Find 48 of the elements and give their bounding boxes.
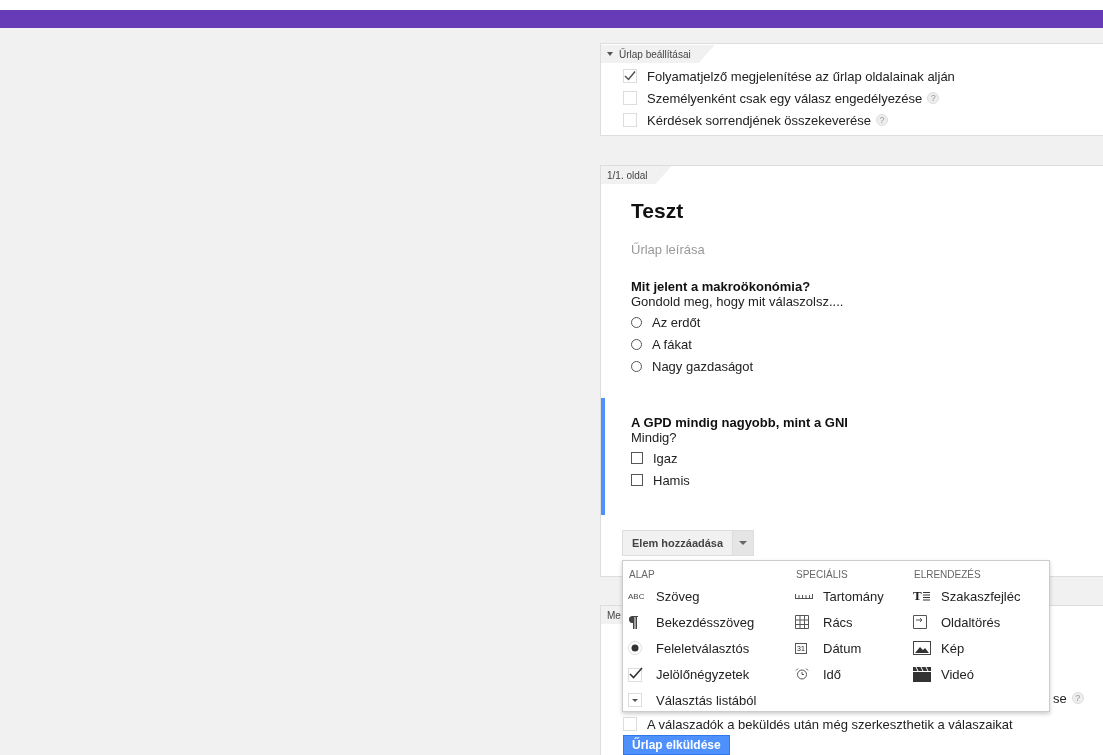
setting-label: se	[1053, 690, 1067, 706]
menu-item[interactable]: Feleletválasztós	[623, 635, 790, 661]
dropdown-button[interactable]	[732, 530, 755, 556]
option-label: A fákat	[652, 336, 692, 352]
menu-item[interactable]: Tartomány	[790, 583, 908, 609]
question-help: Gondold meg, hogy mit válaszolsz....	[631, 294, 845, 309]
add-item-button[interactable]: Elem hozzáadása	[622, 530, 733, 556]
option-label: Hamis	[653, 472, 690, 488]
setting-label: Személyenként csak egy válasz engedélyezése	[647, 90, 923, 106]
paragraph-icon	[628, 615, 638, 629]
menu-heading: ELRENDEZÉS	[913, 569, 982, 582]
menu-item[interactable]: T Szakaszfejléc	[908, 583, 1048, 609]
checkbox-icon	[628, 666, 644, 682]
menu-item[interactable]: Videó	[908, 661, 1048, 687]
option-label: Nagy gazdaságot	[652, 358, 754, 374]
menu-item[interactable]: ABC Szöveg	[623, 583, 790, 609]
question-help: Mindig?	[631, 430, 678, 445]
menu-heading: ALAP	[628, 569, 656, 582]
menu-item[interactable]: Választás listából	[623, 687, 790, 713]
text-icon: ABC	[628, 591, 645, 601]
setting-label: Folyamatjelző megjelenítése az űrlap oldalainak alján	[647, 68, 955, 84]
option-label: Az erdőt	[652, 314, 701, 330]
menu-item[interactable]: Oldaltörés	[908, 609, 1048, 635]
radio-icon	[628, 641, 642, 655]
question-title: A GPD mindig nagyobb, mint a GNI	[631, 415, 849, 430]
menu-item[interactable]: Jelölőnégyzetek	[623, 661, 790, 687]
page-label: 1/1. oldal	[601, 166, 672, 184]
checkbox[interactable]	[631, 474, 643, 486]
setting-label: Kérdések sorrendjének összekeverése	[647, 112, 871, 128]
image-icon	[913, 641, 931, 655]
menu-item[interactable]: Idő	[790, 661, 908, 687]
checkbox[interactable]	[631, 452, 643, 464]
question-block[interactable]: Mit jelent a makroökonómia? Gondold meg, hogy mit válaszolsz.... Az erdőt A fákat Nagy gazdaságot	[601, 258, 1103, 377]
question-title: Mit jelent a makroökonómia?	[631, 279, 812, 294]
question-block[interactable]: A GPD mindig nagyobb, mint a GNI Mindig? Igaz Hamis	[601, 398, 1103, 515]
form-title[interactable]: Teszt	[631, 199, 1103, 225]
grid-icon	[795, 615, 809, 629]
page-break-icon	[913, 615, 927, 629]
video-icon	[913, 666, 931, 682]
menu-item[interactable]: Kép	[908, 635, 1048, 661]
clock-icon	[795, 668, 809, 680]
settings-toggle[interactable]: Űrlap beállításai	[601, 45, 715, 63]
setting-label: A válaszadók a beküldés után még szerkeszthetik a válaszaikat	[647, 716, 1013, 732]
dropdown-icon	[628, 693, 642, 707]
menu-item[interactable]: Rács	[790, 609, 908, 635]
option-label: Igaz	[653, 450, 678, 466]
scale-icon	[795, 593, 813, 599]
menu-heading: SPECIÁLIS	[795, 569, 849, 582]
